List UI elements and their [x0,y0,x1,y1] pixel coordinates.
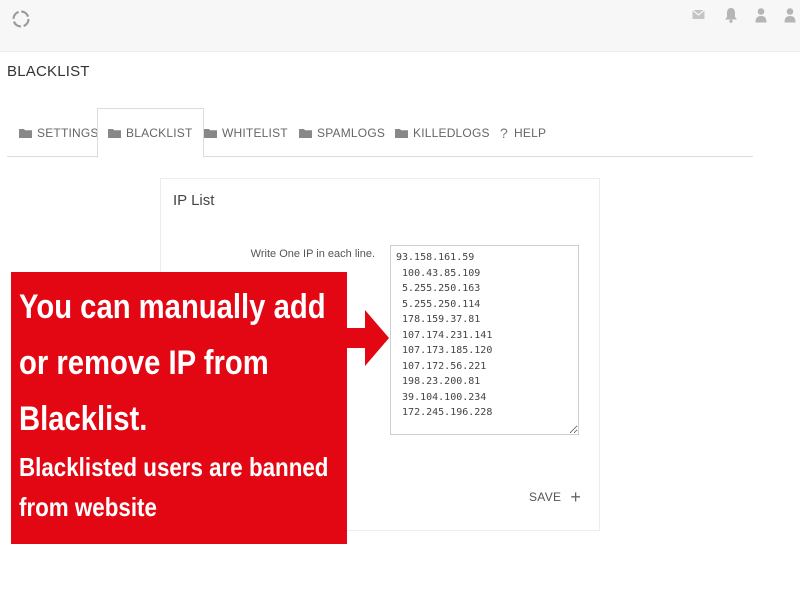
save-button[interactable]: SAVE + [529,487,581,507]
tab-label: BLACKLIST [126,126,193,140]
question-icon: ? [500,124,508,141]
callout-line: You can manually add [19,288,326,326]
user-icon[interactable] [783,7,797,23]
save-label: SAVE [529,490,562,504]
card-title: IP List [173,192,215,209]
folder-icon [299,128,312,138]
tab-label: SETTINGS [37,125,99,140]
tab-label: WHITELIST [222,125,288,140]
folder-icon [108,129,121,138]
tab-spamlogs[interactable]: SPAMLOGS [299,108,385,157]
callout-line: from website [19,492,157,522]
circle-spinner-logo-icon[interactable] [11,9,31,29]
user-icon[interactable] [754,7,768,23]
tab-label: HELP [514,125,547,140]
ip-list-textarea[interactable] [390,245,579,435]
tab-whitelist[interactable]: WHITELIST [204,108,288,157]
callout-line: Blacklisted users are banned [19,452,329,482]
top-bar [0,0,800,52]
tab-label: KILLEDLOGS [413,125,490,140]
mail-icon[interactable] [692,9,705,20]
page-title: BLACKLIST [7,63,90,80]
info-callout: You can manually add or remove IP from B… [11,272,347,544]
tab-help[interactable]: ? HELP [500,108,546,157]
tab-blacklist[interactable]: BLACKLIST [97,108,204,158]
tab-bar: SETTINGS BLACKLIST WHITELIST SPAMLOGS KI… [7,108,753,158]
ip-field-label: Write One IP in each line. [250,248,375,260]
folder-icon [204,128,217,138]
bell-icon[interactable] [724,7,738,23]
tab-label: SPAMLOGS [317,125,386,140]
callout-line: or remove IP from [19,344,269,382]
callout-line: Blacklist. [19,400,148,438]
arrow-right-icon [345,310,389,366]
tab-killedlogs[interactable]: KILLEDLOGS [395,108,490,157]
folder-icon [395,128,408,138]
plus-icon: + [570,487,582,507]
tab-settings[interactable]: SETTINGS [19,108,99,157]
folder-icon [19,128,32,138]
